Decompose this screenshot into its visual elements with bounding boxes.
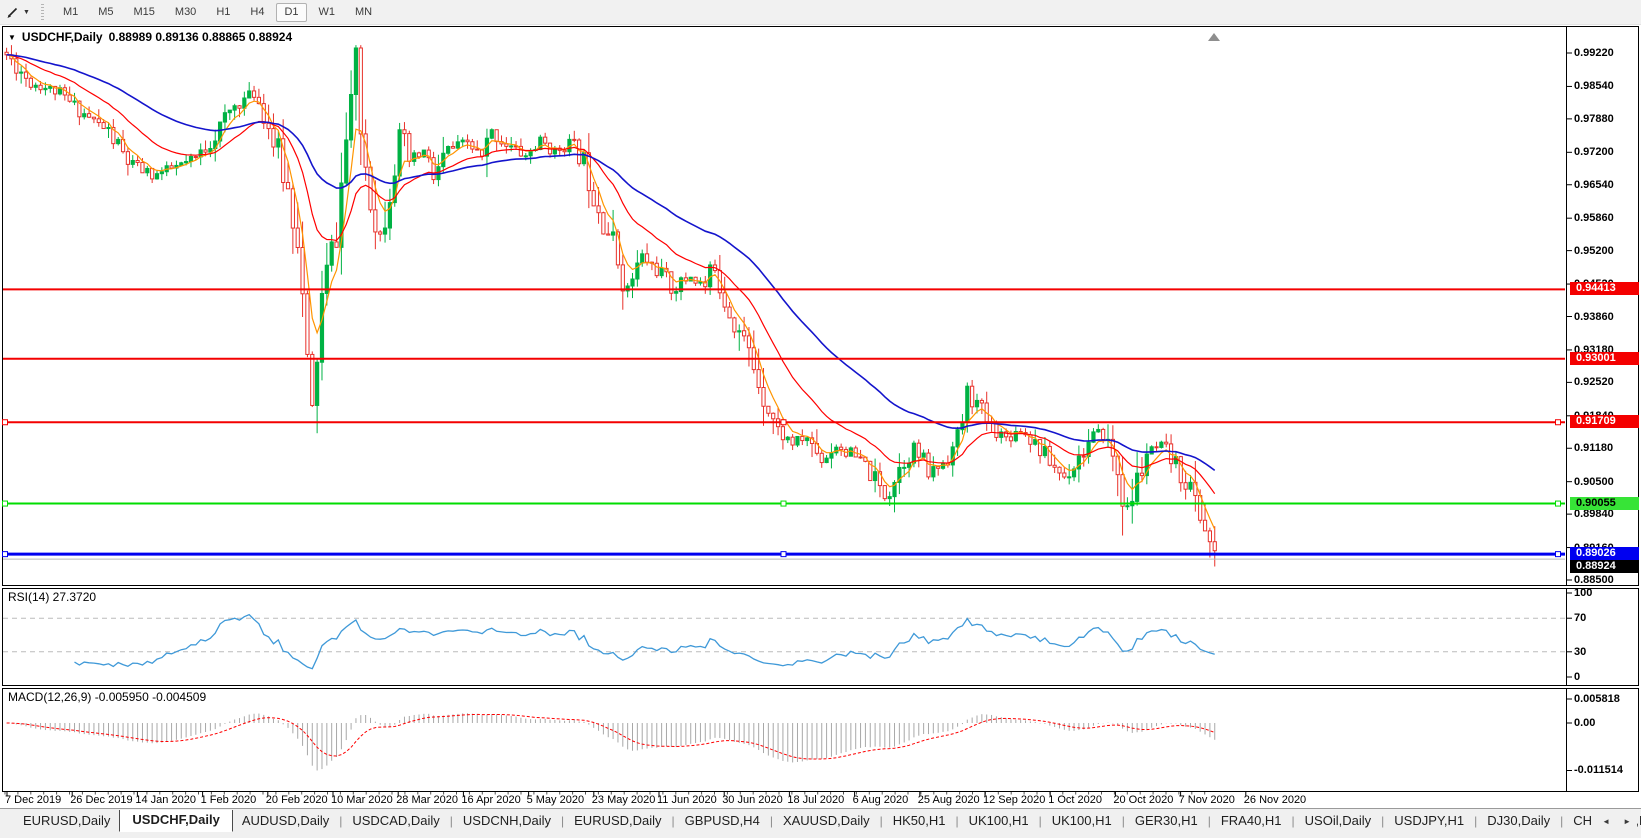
chart-ohlc-values: 0.88989 0.89136 0.88865 0.88924	[109, 30, 293, 44]
macd-indicator-label: MACD(12,26,9) -0.005950 -0.004509	[8, 690, 206, 704]
price-level-label: 0.89026	[1570, 547, 1639, 560]
chart-canvas[interactable]	[0, 0, 1641, 838]
rsi-axis-tick-label: 0	[1574, 671, 1580, 683]
level-line-handle[interactable]	[781, 420, 786, 425]
chart-tab-usdcad-daily[interactable]: USDCAD,Daily	[343, 810, 448, 832]
price-axis-tick-label: 0.88500	[1574, 574, 1614, 586]
chart-tab-eurusd-daily[interactable]: EURUSD,Daily	[14, 810, 119, 832]
date-axis-label: 10 Mar 2020	[331, 794, 393, 806]
price-axis-tick-label: 0.96540	[1574, 179, 1614, 191]
price-axis-tick-label: 0.92520	[1574, 376, 1614, 388]
rsi-axis-tick-label: 70	[1574, 612, 1586, 624]
macd-axis-tick-label: 0.00	[1574, 717, 1595, 729]
price-axis-tick-label: 0.95200	[1574, 245, 1614, 257]
chart-tab-xauusd-daily[interactable]: XAUUSD,Daily	[774, 810, 879, 832]
level-line-handle[interactable]	[3, 420, 8, 425]
tab-scroll-left-icon[interactable]: ◄	[1602, 817, 1610, 826]
triangle-down-icon[interactable]: ▼	[8, 33, 16, 42]
date-axis-label: 16 Apr 2020	[461, 794, 520, 806]
chart-tab-uk100-h1[interactable]: UK100,H1	[960, 810, 1038, 832]
macd-panel[interactable]	[3, 689, 1639, 792]
chart-tab-gbpusd-h4[interactable]: GBPUSD,H4	[676, 810, 769, 832]
chart-tab-hk50-h1[interactable]: HK50,H1	[884, 810, 955, 832]
date-axis-label: 20 Feb 2020	[266, 794, 328, 806]
chart-tab-usoil-daily[interactable]: USOil,Daily	[1296, 810, 1380, 832]
chart-tabs: EURUSD,DailyUSDCHF,DailyAUDUSD,Daily|USD…	[14, 810, 1641, 832]
chart-shift-marker-icon[interactable]	[1208, 33, 1220, 41]
date-axis-label: 1 Feb 2020	[201, 794, 257, 806]
level-line-handle[interactable]	[781, 501, 786, 506]
date-axis-label: 7 Nov 2020	[1179, 794, 1235, 806]
chart-tab-eurusd-daily[interactable]: EURUSD,Daily	[565, 810, 670, 832]
date-axis-label: 11 Jun 2020	[657, 794, 717, 806]
chart-tab-audusd-daily[interactable]: AUDUSD,Daily	[233, 810, 338, 832]
rsi-indicator-label: RSI(14) 27.3720	[8, 590, 96, 604]
chart-tab-dj30-daily[interactable]: DJ30,Daily	[1478, 810, 1559, 832]
price-axis-tick-label: 0.95860	[1574, 212, 1614, 224]
level-line-handle[interactable]	[3, 552, 8, 557]
date-axis-label: 14 Jan 2020	[135, 794, 196, 806]
date-axis-label: 20 Oct 2020	[1113, 794, 1173, 806]
price-level-label: 0.91709	[1570, 415, 1639, 428]
chart-tab-usdcnh-daily[interactable]: USDCNH,Daily	[454, 810, 560, 832]
tab-scroll-right-icon[interactable]: ►	[1623, 817, 1631, 826]
level-line-handle[interactable]	[1556, 501, 1561, 506]
current-price-label: 0.88924	[1570, 560, 1639, 573]
price-level-label: 0.93001	[1570, 352, 1639, 365]
chart-tab-usdchf-daily[interactable]: USDCHF,Daily	[119, 810, 232, 832]
chart-title: ▼ USDCHF,Daily 0.88989 0.89136 0.88865 0…	[8, 30, 292, 44]
price-axis-tick-label: 0.91180	[1574, 442, 1613, 454]
price-level-label: 0.90055	[1570, 497, 1639, 510]
date-axis-label: 18 Jul 2020	[787, 794, 844, 806]
date-axis-label: 26 Nov 2020	[1244, 794, 1306, 806]
date-axis-label: 1 Oct 2020	[1048, 794, 1102, 806]
macd-axis-tick-label: -0.011514	[1574, 764, 1623, 776]
chart-tab-uk100-h1[interactable]: UK100,H1	[1043, 810, 1121, 832]
date-axis-label: 5 May 2020	[527, 794, 584, 806]
level-line-handle[interactable]	[1556, 552, 1561, 557]
price-axis-tick-label: 0.93860	[1574, 311, 1614, 323]
date-axis-label: 6 Aug 2020	[853, 794, 909, 806]
level-line-handle[interactable]	[3, 501, 8, 506]
price-axis-tick-label: 0.97880	[1574, 113, 1614, 125]
date-axis-label: 26 Dec 2019	[70, 794, 132, 806]
price-level-label: 0.94413	[1570, 282, 1639, 295]
date-axis-label: 25 Aug 2020	[918, 794, 980, 806]
chart-tab-ger30-h1[interactable]: GER30,H1	[1126, 810, 1207, 832]
date-axis-label: 30 Jun 2020	[722, 794, 783, 806]
mt4-window: ▼ M1M5M15M30H1H4D1W1MN ▼ USDCHF,Daily 0.…	[0, 0, 1641, 838]
level-line-handle[interactable]	[1556, 420, 1561, 425]
price-axis-tick-label: 0.99220	[1574, 47, 1614, 59]
chart-tab-fra40-h1[interactable]: FRA40,H1	[1212, 810, 1291, 832]
price-axis-tick-label: 0.97200	[1574, 146, 1614, 158]
rsi-axis-tick-label: 30	[1574, 646, 1586, 658]
date-axis-label: 28 Mar 2020	[396, 794, 458, 806]
tab-scroll-buttons: ◄ ►	[1592, 809, 1637, 833]
main-chart-panel[interactable]	[3, 27, 1639, 586]
date-axis-label: 12 Sep 2020	[983, 794, 1045, 806]
rsi-axis-tick-label: 100	[1574, 587, 1592, 599]
macd-axis-tick-label: 0.005818	[1574, 693, 1620, 705]
rsi-panel[interactable]	[3, 589, 1639, 686]
chart-tab-usdjpy-h1[interactable]: USDJPY,H1	[1385, 810, 1473, 832]
window-bottom-strip	[0, 833, 1641, 838]
level-line-handle[interactable]	[781, 552, 786, 557]
price-axis-tick-label: 0.98540	[1574, 80, 1614, 92]
date-axis-label: 7 Dec 2019	[5, 794, 61, 806]
date-axis-label: 23 May 2020	[592, 794, 656, 806]
chart-symbol-label: USDCHF,Daily	[22, 30, 103, 44]
price-axis-tick-label: 0.90500	[1574, 476, 1614, 488]
chart-tab-bar: EURUSD,DailyUSDCHF,DailyAUDUSD,Daily|USD…	[0, 808, 1641, 833]
